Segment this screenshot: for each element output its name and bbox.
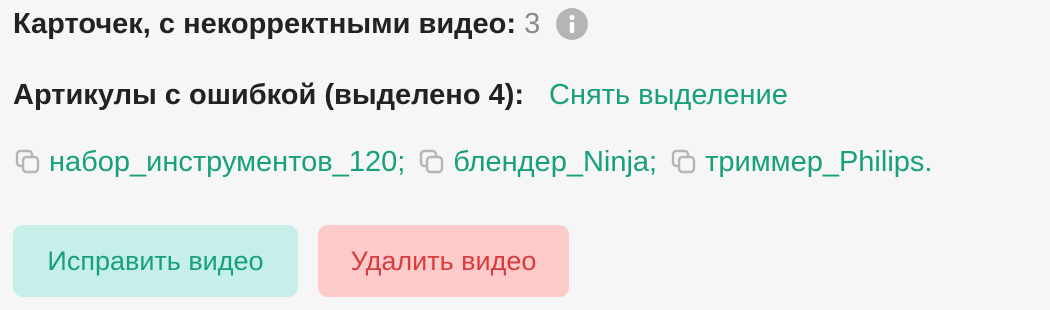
copy-icon[interactable] <box>669 147 699 177</box>
article-list: набор_инструментов_120; блендер_Ninja; т… <box>13 142 932 182</box>
invalid-video-count: 3 <box>524 7 541 40</box>
invalid-video-label: Карточек, с некорректными видео: <box>13 7 517 40</box>
article-link[interactable]: набор_инструментов_120; <box>49 146 405 179</box>
article-link[interactable]: блендер_Ninja; <box>453 146 657 179</box>
info-icon[interactable] <box>556 8 589 40</box>
article-item: триммер_Philips. <box>669 146 932 179</box>
article-item: набор_инструментов_120; <box>13 146 405 179</box>
article-link[interactable]: триммер_Philips. <box>705 146 932 179</box>
selected-articles-header: Артикулы с ошибкой (выделено 4): Снять в… <box>13 75 788 115</box>
invalid-video-summary: Карточек, с некорректными видео: 3 <box>13 4 589 44</box>
copy-icon[interactable] <box>13 147 43 177</box>
clear-selection-link[interactable]: Снять выделение <box>549 79 788 112</box>
copy-icon[interactable] <box>417 147 447 177</box>
delete-video-button[interactable]: Удалить видео <box>318 225 569 297</box>
fix-video-button[interactable]: Исправить видео <box>13 225 298 297</box>
error-articles-label: Артикулы с ошибкой (выделено 4): <box>13 78 525 111</box>
article-item: блендер_Ninja; <box>417 146 657 179</box>
